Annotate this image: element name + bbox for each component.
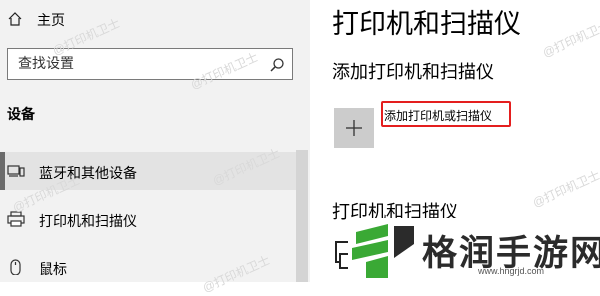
home-icon <box>8 12 22 26</box>
selection-indicator <box>0 152 5 190</box>
site-logo: 格润手游网 www.hngrjd.com <box>348 218 600 282</box>
add-section-title: 添加打印机和扫描仪 <box>332 62 494 82</box>
sidebar-item-mouse[interactable]: 鼠标 <box>0 248 296 286</box>
section-title: 设备 <box>7 106 35 122</box>
sidebar-item-label: 鼠标 <box>39 261 67 277</box>
settings-sidebar: 主页 设备 蓝牙和其他设备 打印机和扫描仪 鼠标 <box>0 0 310 282</box>
sidebar-item-label: 蓝牙和其他设备 <box>39 165 137 181</box>
mouse-icon <box>10 259 21 275</box>
add-printer-label[interactable]: 添加打印机或扫描仪 <box>384 107 492 124</box>
page-title: 打印机和扫描仪 <box>332 9 521 39</box>
search-icon[interactable] <box>269 57 285 73</box>
plus-icon <box>346 120 362 136</box>
printer-icon <box>7 211 25 227</box>
bluetooth-devices-icon <box>7 165 25 177</box>
home-label: 主页 <box>37 12 65 28</box>
sidebar-item-bluetooth[interactable]: 蓝牙和其他设备 <box>0 152 296 190</box>
add-printer-button[interactable] <box>334 108 374 148</box>
search-box[interactable] <box>7 48 293 80</box>
sidebar-item-label: 打印机和扫描仪 <box>39 213 137 229</box>
logo-mark-icon <box>352 224 414 278</box>
search-input[interactable] <box>18 55 258 71</box>
sidebar-scrollbar[interactable] <box>296 150 308 282</box>
home-nav-item[interactable]: 主页 <box>0 0 300 38</box>
sidebar-item-printers[interactable]: 打印机和扫描仪 <box>0 200 296 238</box>
logo-url: www.hngrjd.com <box>478 266 545 276</box>
